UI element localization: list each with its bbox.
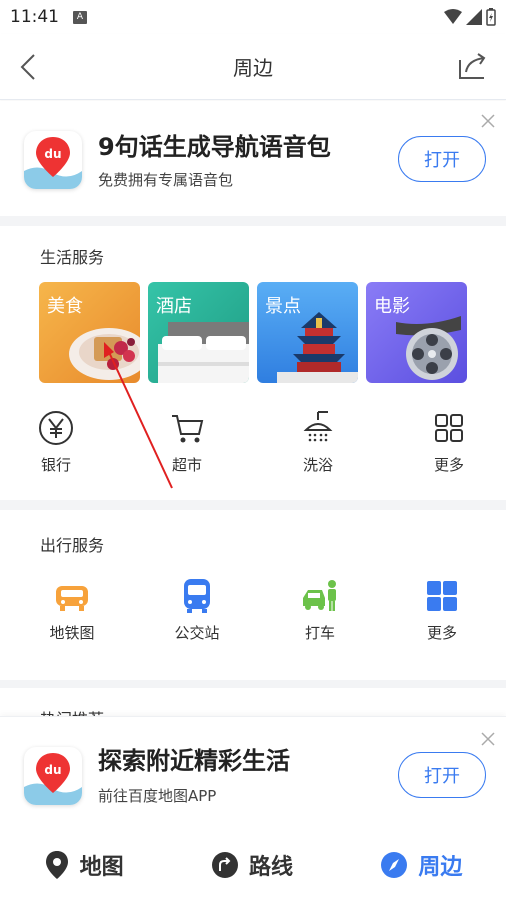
baidu-map-logo: du [24,131,82,189]
tab-nearby-label: 周边 [418,854,463,880]
close-icon[interactable] [480,731,496,747]
page-title: 周边 [233,56,273,80]
travel-services-title: 出行服务 [40,536,105,555]
svg-text:du: du [44,147,61,161]
tab-nearby[interactable]: 周边 [380,849,462,881]
grid-icon [427,581,457,611]
section-divider [0,216,506,226]
hotel-tile[interactable]: 酒店 [148,282,249,383]
baidu-map-logo: du [24,747,82,805]
supermarket-label: 超市 [171,456,202,474]
banner-subtitle: 前往百度地图APP [98,787,217,805]
supermarket-shortcut[interactable]: 超市 [147,408,227,475]
movie-tile[interactable]: 电影 [366,282,467,383]
tab-map-label: 地图 [79,854,124,880]
taxi-icon [303,580,336,611]
bottom-tab-bar: 地图 路线 周边 [0,830,506,899]
section-divider [0,500,506,510]
hotel-tile-label: 酒店 [156,296,192,317]
taxi-shortcut[interactable]: 打车 [280,576,360,643]
more-life-label: 更多 [433,456,464,474]
open-app-button[interactable]: 打开 [398,752,486,798]
yen-icon [39,411,73,445]
more-travel-shortcut[interactable]: 更多 [402,576,482,643]
compass-icon [381,851,408,878]
location-pin-icon [45,850,68,879]
food-tile[interactable]: 美食 [39,282,140,383]
life-services-title: 生活服务 [40,248,105,267]
tab-route-label: 路线 [248,854,293,880]
bus-stop-shortcut[interactable]: 公交站 [157,576,237,643]
route-icon [211,851,238,878]
tab-map[interactable]: 地图 [44,849,124,881]
share-icon[interactable] [456,52,490,82]
notification-icon: A [73,10,87,24]
bath-label: 洗浴 [302,456,333,474]
bath-shortcut[interactable]: 洗浴 [278,408,358,475]
scenic-spot-tile-label: 景点 [265,296,301,317]
wifi-icon [444,9,462,24]
bus-stop-label: 公交站 [174,624,220,642]
more-life-shortcut[interactable]: 更多 [409,408,489,475]
svg-text:du: du [44,763,61,777]
status-time: 11:41 [10,7,59,27]
bank-label: 银行 [40,456,71,474]
subway-map-label: 地铁图 [49,624,95,642]
cart-icon [172,415,204,443]
banner-title: 探索附近精彩生活 [98,747,290,775]
hot-section-clip: 热门推荐 [0,688,506,718]
explore-nearby-banner[interactable]: du 探索附近精彩生活 前往百度地图APP 打开 [0,716,506,831]
grid-icon [435,414,463,442]
food-tile-label: 美食 [47,296,83,317]
open-app-button[interactable]: 打开 [398,136,486,182]
scenic-spot-tile[interactable]: 景点 [257,282,358,383]
status-bar: 11:41 A [0,0,506,34]
battery-icon [486,8,496,26]
banner-subtitle: 免费拥有专属语音包 [98,171,234,189]
taxi-label: 打车 [304,624,335,642]
movie-tile-label: 电影 [374,296,410,317]
voice-pack-banner[interactable]: du 9句话生成导航语音包 免费拥有专属语音包 打开 [0,101,506,216]
subway-car-icon [56,586,88,611]
subway-map-shortcut[interactable]: 地铁图 [32,576,112,643]
bank-shortcut[interactable]: 银行 [16,408,96,475]
back-arrow-icon[interactable] [14,52,44,82]
banner-title: 9句话生成导航语音包 [98,133,331,161]
tab-route[interactable]: 路线 [211,849,293,881]
top-navbar: 周边 [0,34,506,100]
shower-icon [303,411,333,442]
section-divider [0,680,506,688]
bus-icon [184,579,210,613]
cellular-signal-icon [466,9,482,25]
more-travel-label: 更多 [426,624,457,642]
close-icon[interactable] [480,113,496,129]
